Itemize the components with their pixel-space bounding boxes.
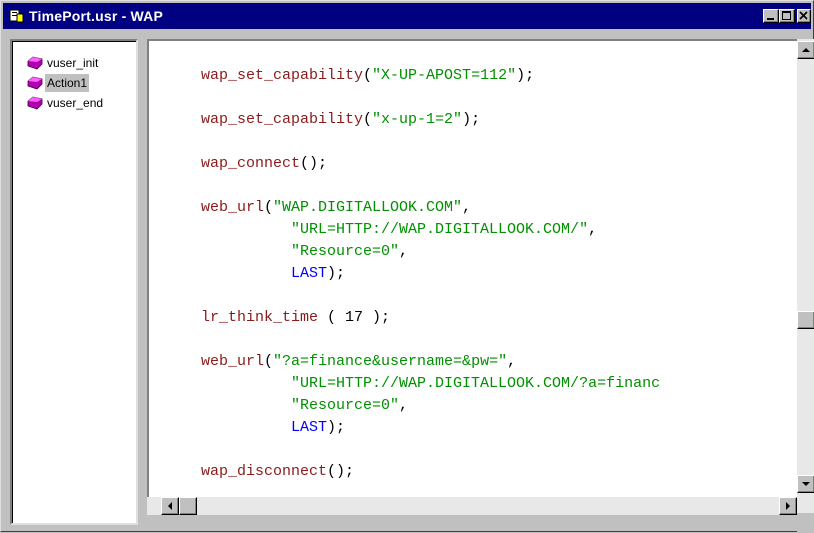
script-code: wap_set_capability("X-UP-APOST=112"); wa… xyxy=(201,41,660,480)
arrow-right-icon xyxy=(786,502,790,510)
arrow-down-icon xyxy=(802,482,810,486)
window-title: TimePort.usr - WAP xyxy=(29,8,164,24)
tree-item-label: vuser_init xyxy=(47,56,99,70)
code-line: "Resource=0", xyxy=(291,397,409,414)
scroll-thumb-horizontal[interactable] xyxy=(179,497,197,515)
vertical-scrollbar[interactable] xyxy=(797,39,814,513)
tree-item-label: vuser_end xyxy=(47,96,104,110)
horizontal-scrollbar[interactable] xyxy=(147,497,797,515)
code-line: wap_set_capability("X-UP-APOST=112"); xyxy=(201,67,535,84)
script-gem-icon xyxy=(27,76,43,90)
code-line: LAST); xyxy=(291,265,346,282)
code-line: LAST); xyxy=(291,419,346,436)
code-line: wap_disconnect(); xyxy=(201,463,355,480)
code-line: web_url("?a=finance&username=&pw=", xyxy=(201,353,517,370)
minimize-icon xyxy=(767,18,774,20)
action-tree: vuser_init Action1 vuser_end xyxy=(10,39,138,525)
scroll-right-button[interactable] xyxy=(779,497,797,515)
arrow-up-icon xyxy=(802,48,810,52)
close-icon xyxy=(799,11,808,20)
scroll-up-button[interactable] xyxy=(797,41,814,59)
scroll-thumb[interactable] xyxy=(797,311,814,329)
code-line: wap_set_capability("x-up-1=2"); xyxy=(201,111,481,128)
code-line: "Resource=0", xyxy=(291,243,409,260)
resize-corner xyxy=(797,513,814,533)
code-line: "URL=HTTP://WAP.DIGITALLOOK.COM/", xyxy=(291,221,598,238)
script-gem-icon xyxy=(27,96,43,110)
maximize-button[interactable] xyxy=(779,9,795,23)
script-file-icon xyxy=(9,9,24,23)
maximize-icon xyxy=(782,11,791,20)
code-line: "URL=HTTP://WAP.DIGITALLOOK.COM/?a=finan… xyxy=(291,375,661,392)
close-button[interactable] xyxy=(797,9,811,23)
scroll-left-button[interactable] xyxy=(161,497,179,515)
title-bar[interactable]: TimePort.usr - WAP xyxy=(3,3,811,29)
code-line: wap_connect(); xyxy=(201,155,328,172)
code-line: web_url("WAP.DIGITALLOOK.COM", xyxy=(201,199,472,216)
tree-item-label: Action1 xyxy=(45,74,90,92)
script-window: TimePort.usr - WAP vuser_init Action1 vu… xyxy=(0,0,814,533)
scroll-down-button[interactable] xyxy=(797,475,814,493)
arrow-left-icon xyxy=(168,502,172,510)
code-editor[interactable]: wap_set_capability("X-UP-APOST=112"); wa… xyxy=(147,39,814,513)
script-gem-icon xyxy=(27,56,43,70)
minimize-button[interactable] xyxy=(763,9,779,23)
code-line: lr_think_time ( 17 ); xyxy=(201,309,391,326)
